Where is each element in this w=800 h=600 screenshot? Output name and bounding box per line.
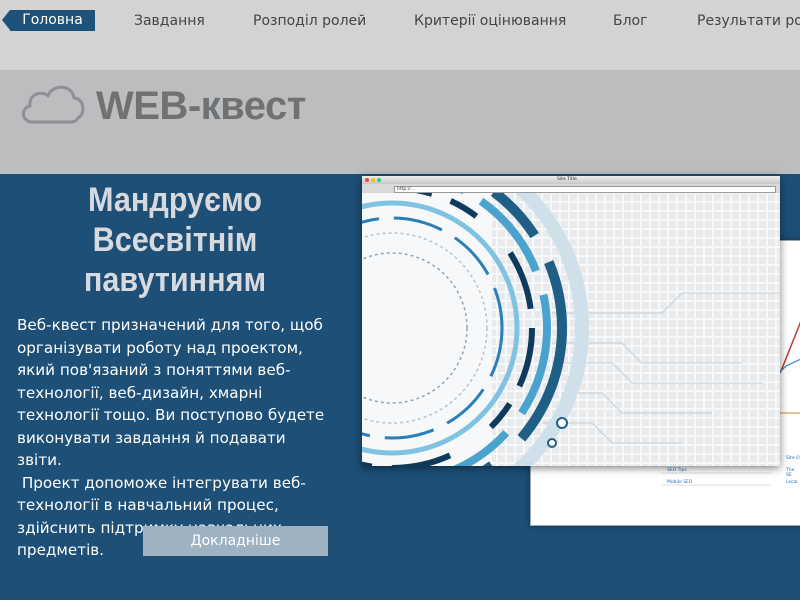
description-line: технології в навчальний процес, [17, 496, 279, 514]
nav-item-results[interactable]: Результати роботи [697, 11, 800, 31]
cloud-icon [22, 85, 85, 124]
browser-titlebar: Site Title [362, 176, 780, 184]
top-nav: Головна Завдання Розподіл ролей Критерії… [0, 0, 800, 70]
description-line: технології, веб-дизайн, хмарні [17, 383, 263, 402]
tech-circle-graphic [362, 193, 780, 466]
browser-title: Site Title [557, 177, 577, 182]
nav-item-criteria[interactable]: Критерії оцінювання [414, 11, 566, 31]
description-line: Проект допоможе інтегрувати веб- [17, 473, 306, 492]
nav-item-home[interactable]: Головна [2, 10, 95, 31]
back-window-link: SEO Tips [667, 468, 687, 473]
description-line: Веб-квест призначений для того, щоб [17, 316, 323, 334]
back-window-link: Local [786, 480, 798, 485]
maximize-dot-icon [377, 177, 381, 182]
description-line: виконувати завдання й подавати звіти. [17, 428, 286, 470]
hero-description: Веб-квест призначений для того, щоб орга… [17, 314, 335, 562]
close-dot-icon [365, 177, 369, 182]
more-button[interactable]: Докладніше [143, 526, 328, 556]
hero-headline: Мандруємо Всесвітнім павутинням [27, 180, 324, 300]
site-logo[interactable]: WEB-квест [96, 84, 306, 129]
headline-line: Всесвітнім [92, 221, 258, 259]
back-window-link: Site O [786, 456, 800, 461]
browser-url-field: http://... [394, 186, 776, 193]
browser-illustration: Site Title http://... [362, 176, 780, 466]
description-line: технології тощо. Ви поступово будете [17, 406, 325, 424]
nav-item-tasks[interactable]: Завдання [134, 11, 205, 31]
back-window-link: Mobile SEO [667, 480, 693, 485]
browser-url: http://... [397, 186, 416, 192]
nav-item-blog[interactable]: Блог [613, 11, 647, 31]
headline-line: павутинням [83, 261, 267, 299]
nav-item-roles[interactable]: Розподіл ролей [253, 11, 366, 31]
back-window-link: The SE [786, 468, 795, 478]
description-line: організувати роботу над проектом, [17, 338, 303, 357]
headline-line: Мандруємо [88, 181, 262, 219]
minimize-dot-icon [371, 177, 375, 182]
description-line: який пов'язаний з поняттями веб- [17, 361, 291, 379]
